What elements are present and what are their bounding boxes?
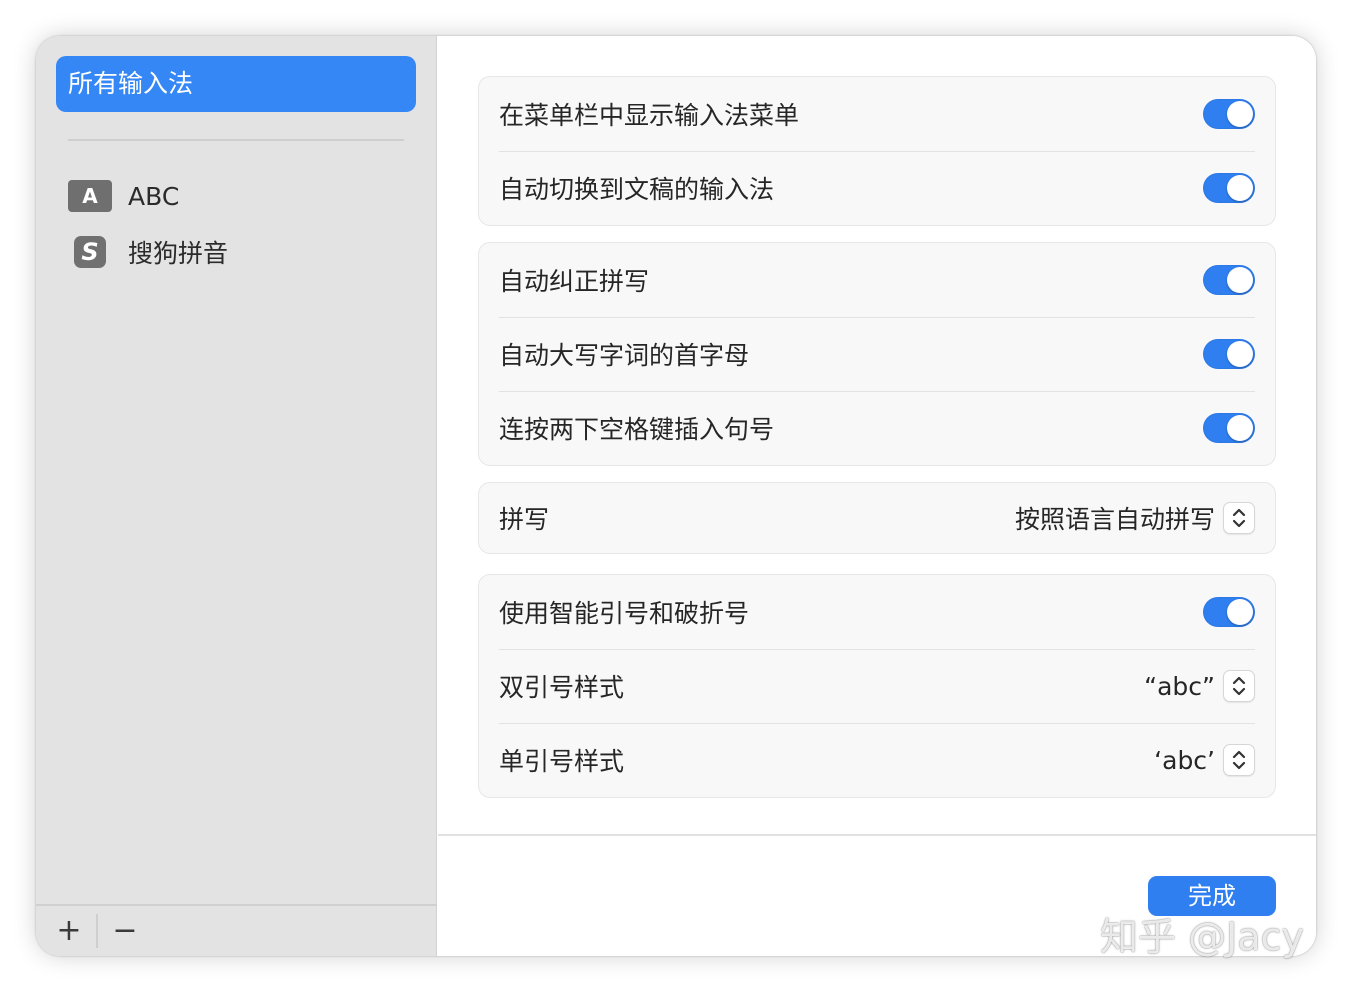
sidebar-item-label: ABC	[128, 181, 180, 211]
settings-group-typing: 自动纠正拼写 自动大写字词的首字母 连按两下空格键插入句号	[478, 242, 1276, 466]
double-space-period-toggle[interactable]	[1203, 413, 1255, 443]
sidebar-item-all-input-sources[interactable]: 所有输入法	[56, 56, 416, 112]
show-menu-toggle[interactable]	[1203, 99, 1255, 129]
setting-label: 在菜单栏中显示输入法菜单	[499, 101, 800, 130]
setting-label: 双引号样式	[499, 673, 625, 702]
watermark: 知乎 @Jacy	[1100, 915, 1304, 959]
up-down-chevron-icon	[1223, 670, 1255, 702]
sidebar-divider	[68, 139, 404, 141]
sidebar-item-abc[interactable]: A ABC	[68, 174, 408, 218]
up-down-chevron-icon	[1223, 744, 1255, 776]
settings-window: 所有输入法 A ABC S 搜狗拼音 + − 在菜单栏中显示输入法菜单 自动切换…	[36, 36, 1316, 956]
autocorrect-toggle[interactable]	[1203, 265, 1255, 295]
setting-row-autocorrect: 自动纠正拼写	[479, 243, 1275, 317]
sidebar-item-label: 所有输入法	[68, 69, 194, 98]
setting-row-smart-quotes: 使用智能引号和破折号	[479, 575, 1275, 649]
spelling-popup[interactable]: 按照语言自动拼写	[1015, 500, 1255, 536]
auto-switch-toggle[interactable]	[1203, 173, 1255, 203]
setting-row-capitalize: 自动大写字词的首字母	[479, 317, 1275, 391]
remove-input-source-button[interactable]: −	[101, 912, 149, 950]
setting-row-double-quote-style: 双引号样式 “abc”	[479, 649, 1275, 723]
setting-row-show-menu: 在菜单栏中显示输入法菜单	[479, 77, 1275, 151]
settings-panel: 在菜单栏中显示输入法菜单 自动切换到文稿的输入法 自动纠正拼写 自动大写字词的首…	[438, 36, 1316, 956]
setting-row-double-space-period: 连按两下空格键插入句号	[479, 391, 1275, 465]
add-input-source-button[interactable]: +	[45, 912, 93, 950]
abc-input-icon: A	[68, 180, 112, 212]
setting-label: 拼写	[499, 505, 550, 534]
setting-label: 自动纠正拼写	[499, 267, 650, 296]
setting-label: 单引号样式	[499, 747, 625, 776]
settings-group-menu: 在菜单栏中显示输入法菜单 自动切换到文稿的输入法	[478, 76, 1276, 226]
setting-label: 连按两下空格键插入句号	[499, 415, 775, 444]
footer-divider	[438, 834, 1316, 836]
double-quote-style-popup[interactable]: “abc”	[1144, 670, 1255, 702]
setting-label: 自动大写字词的首字母	[499, 341, 750, 370]
popup-value: “abc”	[1144, 671, 1215, 701]
setting-label: 自动切换到文稿的输入法	[499, 175, 775, 204]
up-down-chevron-icon	[1223, 502, 1255, 534]
toolbar-divider	[96, 914, 98, 948]
settings-group-spelling: 拼写 按照语言自动拼写	[478, 482, 1276, 554]
sidebar-item-sogou-pinyin[interactable]: S 搜狗拼音	[68, 230, 408, 274]
sogou-input-icon: S	[68, 236, 112, 268]
popup-value: ‘abc’	[1154, 745, 1215, 775]
capitalize-toggle[interactable]	[1203, 339, 1255, 369]
setting-label: 使用智能引号和破折号	[499, 599, 750, 628]
setting-row-single-quote-style: 单引号样式 ‘abc’	[479, 723, 1275, 797]
sidebar: 所有输入法 A ABC S 搜狗拼音 + −	[36, 36, 437, 956]
setting-row-spelling: 拼写 按照语言自动拼写	[479, 483, 1275, 553]
sidebar-toolbar: + −	[36, 904, 437, 956]
setting-row-auto-switch: 自动切换到文稿的输入法	[479, 151, 1275, 225]
single-quote-style-popup[interactable]: ‘abc’	[1154, 744, 1255, 776]
settings-group-quotes: 使用智能引号和破折号 双引号样式 “abc” 单引号样式 ‘abc’	[478, 574, 1276, 798]
popup-value: 按照语言自动拼写	[1014, 505, 1215, 534]
smart-quotes-toggle[interactable]	[1203, 597, 1255, 627]
sidebar-item-label: 搜狗拼音	[128, 239, 229, 268]
